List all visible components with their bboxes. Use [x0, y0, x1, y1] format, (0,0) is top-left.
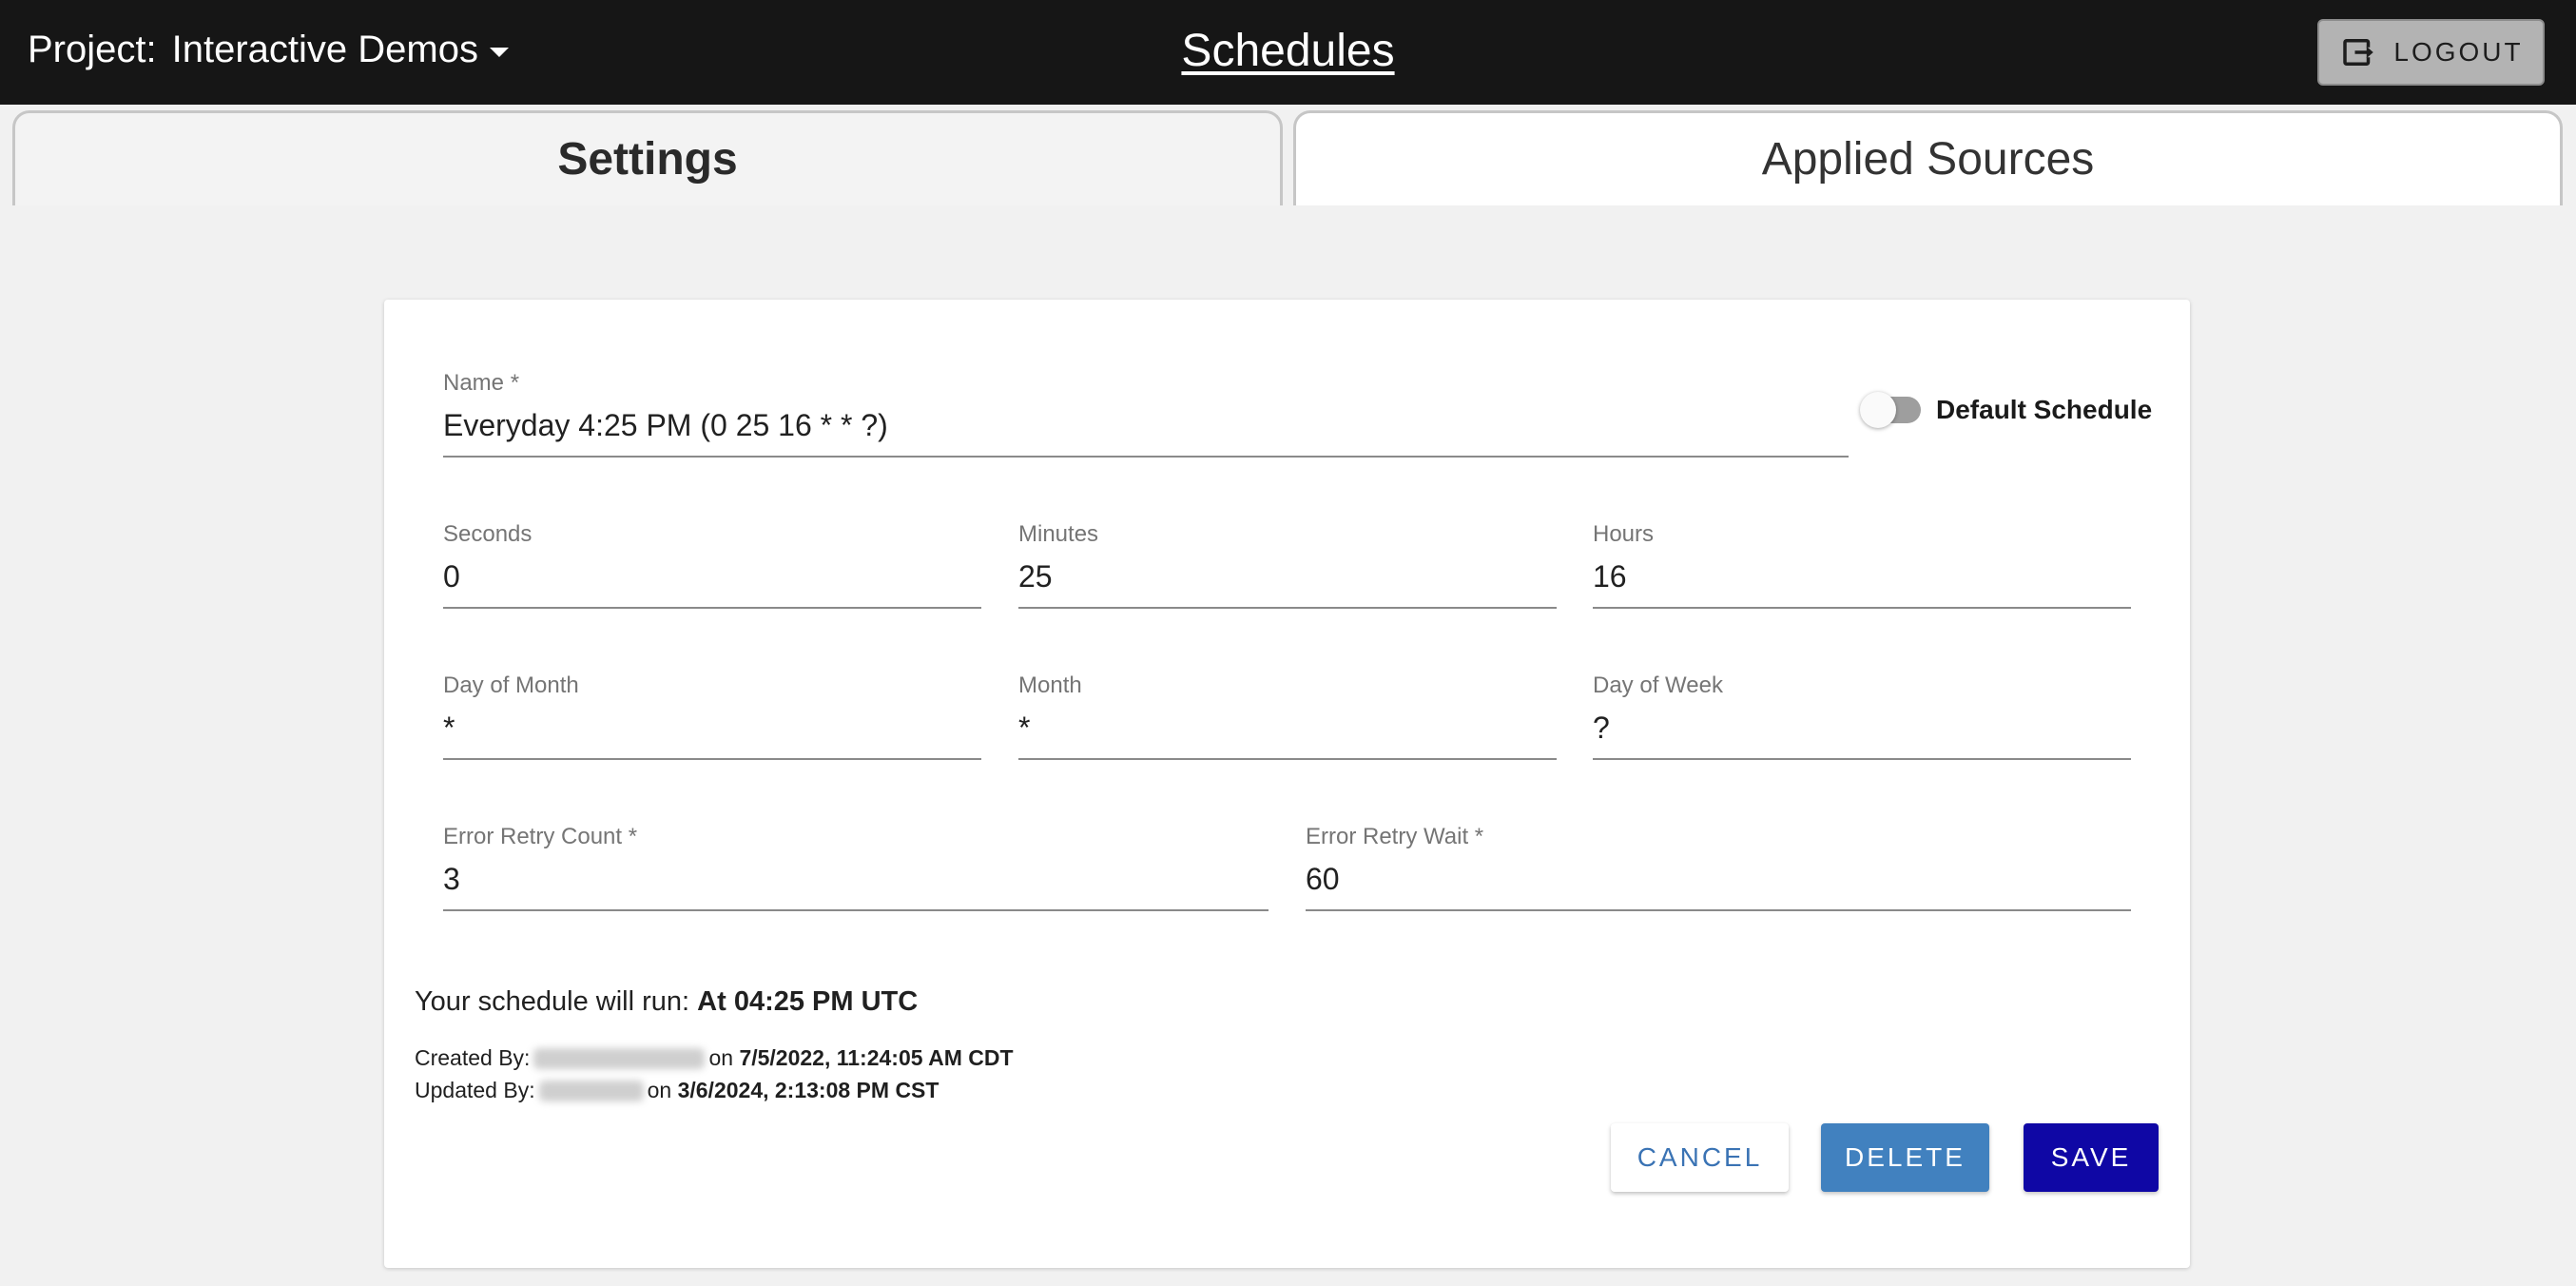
tab-settings[interactable]: Settings	[12, 110, 1283, 205]
cancel-button[interactable]: CANCEL	[1611, 1123, 1789, 1192]
run-prefix: Your schedule will run:	[415, 986, 698, 1017]
logout-icon	[2343, 39, 2374, 66]
minutes-label: Minutes	[1018, 521, 1099, 547]
month-label: Month	[1018, 672, 1082, 698]
name-label: Name *	[443, 370, 520, 396]
default-schedule-label: Default Schedule	[1936, 395, 2153, 424]
day-of-month-label: Day of Month	[443, 672, 579, 698]
seconds-field[interactable]: Seconds 0	[443, 521, 981, 609]
schedule-settings-card: Name * Everyday 4:25 PM (0 25 16 * * ?) …	[384, 300, 2190, 1268]
seconds-input[interactable]: 0	[443, 557, 981, 609]
logout-button[interactable]: LOGOUT	[2317, 19, 2545, 86]
name-field[interactable]: Name * Everyday 4:25 PM (0 25 16 * * ?)	[443, 370, 1849, 458]
month-input[interactable]: *	[1018, 709, 1557, 760]
updated-by-line: Updated By: on 3/6/2024, 2:13:08 PM CST	[415, 1078, 939, 1103]
hours-label: Hours	[1593, 521, 1655, 547]
created-on: on	[708, 1045, 734, 1070]
toggle-thumb	[1860, 392, 1896, 428]
toggle-switch[interactable]	[1860, 392, 1921, 428]
schedule-run-summary: Your schedule will run: At 04:25 PM UTC	[415, 986, 918, 1018]
name-input[interactable]: Everyday 4:25 PM (0 25 16 * * ?)	[443, 406, 1849, 458]
day-of-month-field[interactable]: Day of Month *	[443, 672, 981, 760]
error-retry-count-label: Error Retry Count *	[443, 824, 638, 849]
run-value: At 04:25 PM UTC	[697, 986, 919, 1017]
error-retry-count-input[interactable]: 3	[443, 860, 1269, 911]
minutes-field[interactable]: Minutes 25	[1018, 521, 1557, 609]
created-by-line: Created By: on 7/5/2022, 11:24:05 AM CDT	[415, 1045, 1014, 1071]
delete-button[interactable]: DELETE	[1821, 1123, 1989, 1192]
minutes-input[interactable]: 25	[1018, 557, 1557, 609]
error-retry-count-field[interactable]: Error Retry Count * 3	[443, 824, 1269, 911]
month-field[interactable]: Month *	[1018, 672, 1557, 760]
updated-date: 3/6/2024, 2:13:08 PM CST	[677, 1078, 939, 1102]
day-of-week-input[interactable]: ?	[1593, 709, 2131, 760]
hours-field[interactable]: Hours 16	[1593, 521, 2131, 609]
page-title[interactable]: Schedules	[0, 25, 2576, 77]
day-of-week-label: Day of Week	[1593, 672, 1723, 698]
tab-applied-sources[interactable]: Applied Sources	[1293, 110, 2563, 205]
error-retry-wait-input[interactable]: 60	[1306, 860, 2131, 911]
seconds-label: Seconds	[443, 521, 533, 547]
updated-prefix: Updated By:	[415, 1078, 535, 1102]
day-of-month-input[interactable]: *	[443, 709, 981, 760]
created-prefix: Created By:	[415, 1045, 531, 1070]
error-retry-wait-label: Error Retry Wait *	[1306, 824, 1484, 849]
top-app-bar: Project: Interactive Demos Schedules LOG…	[0, 0, 2576, 105]
default-schedule-toggle[interactable]: Default Schedule	[1860, 392, 2153, 428]
day-of-week-field[interactable]: Day of Week ?	[1593, 672, 2131, 760]
redacted-creator	[533, 1047, 706, 1069]
error-retry-wait-field[interactable]: Error Retry Wait * 60	[1306, 824, 2131, 911]
logout-label: LOGOUT	[2393, 37, 2524, 67]
created-date: 7/5/2022, 11:24:05 AM CDT	[739, 1045, 1014, 1070]
redacted-updater	[538, 1080, 644, 1101]
updated-on: on	[647, 1078, 672, 1102]
save-button[interactable]: SAVE	[2024, 1123, 2159, 1192]
hours-input[interactable]: 16	[1593, 557, 2131, 609]
